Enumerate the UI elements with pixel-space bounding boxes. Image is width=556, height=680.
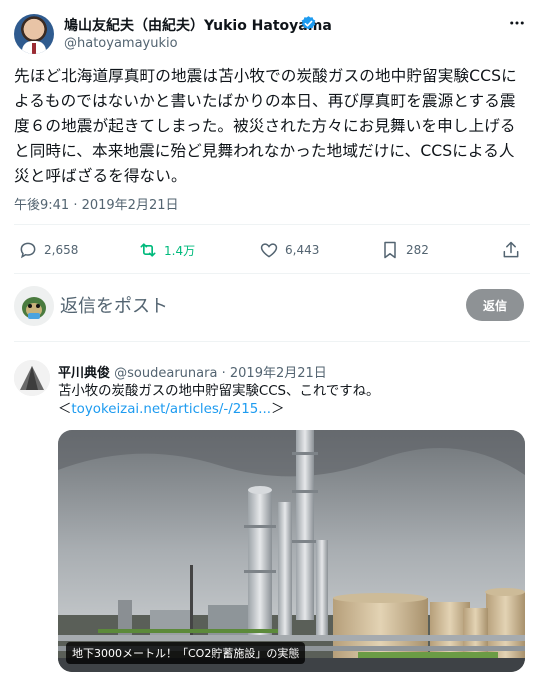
link-card-image[interactable]: 地下3000メートル！「CO2貯蓄施設」の実態: [58, 430, 525, 672]
divider: [14, 224, 530, 225]
share-action[interactable]: [501, 238, 521, 262]
retweet-count: 1.4万: [164, 243, 196, 258]
retweet-icon: [140, 243, 156, 257]
author-handle[interactable]: @hatoyamayukio: [64, 36, 178, 51]
retweet-action[interactable]: 1.4万: [138, 238, 195, 262]
link-open-bracket: ＜: [58, 402, 72, 417]
reply-link-line: ＜toyokeizai.net/articles/-/215...＞: [58, 400, 284, 420]
author-name[interactable]: 鳩山友紀夫（由紀夫）Yukio Hatoyama: [64, 15, 332, 35]
reply-author-handle[interactable]: @soudearunara: [114, 366, 217, 381]
reply-author-name[interactable]: 平川典俊: [58, 366, 110, 381]
article-link[interactable]: toyokeizai.net/articles/-/215...: [71, 402, 271, 417]
reply-button[interactable]: 返信: [466, 289, 524, 321]
like-action[interactable]: 6,443: [259, 238, 319, 262]
current-user-avatar[interactable]: [14, 286, 54, 326]
bookmark-icon: [384, 241, 396, 259]
reply-header: 平川典俊 @soudearunara · 2019年2月21日: [58, 362, 327, 381]
like-count: 6,443: [285, 243, 320, 257]
reply-text: 苫小牧の炭酸ガスの地中貯留実験CCS、これですね。: [58, 384, 380, 399]
link-close-bracket: ＞: [271, 402, 285, 417]
plant-photo: [58, 430, 525, 672]
reply-date[interactable]: 2019年2月21日: [230, 366, 327, 381]
reply-input[interactable]: 返信をポスト: [60, 292, 168, 318]
verified-badge-icon: [301, 16, 316, 30]
like-icon: [260, 243, 278, 258]
author-avatar[interactable]: [14, 14, 54, 54]
reply-icon: [20, 242, 36, 259]
share-icon: [503, 241, 519, 258]
bookmark-count: 282: [406, 243, 429, 257]
reply-action[interactable]: 2,658: [18, 238, 78, 262]
tweet-timestamp[interactable]: 午後9:41 · 2019年2月21日: [14, 194, 179, 213]
more-options-icon[interactable]: [508, 14, 526, 32]
bookmark-action[interactable]: 282: [380, 238, 429, 262]
divider: [14, 273, 530, 274]
divider: [14, 341, 530, 342]
reply-separator: ·: [221, 366, 226, 381]
tweet-text: 先ほど北海道厚真町の地震は苫小牧での炭酸ガスの地中貯留実験CCSによるものではな…: [14, 67, 517, 185]
reply-author-avatar[interactable]: [14, 360, 50, 396]
reply-count: 2,658: [44, 243, 79, 257]
image-caption: 地下3000メートル！「CO2貯蓄施設」の実態: [66, 642, 306, 664]
